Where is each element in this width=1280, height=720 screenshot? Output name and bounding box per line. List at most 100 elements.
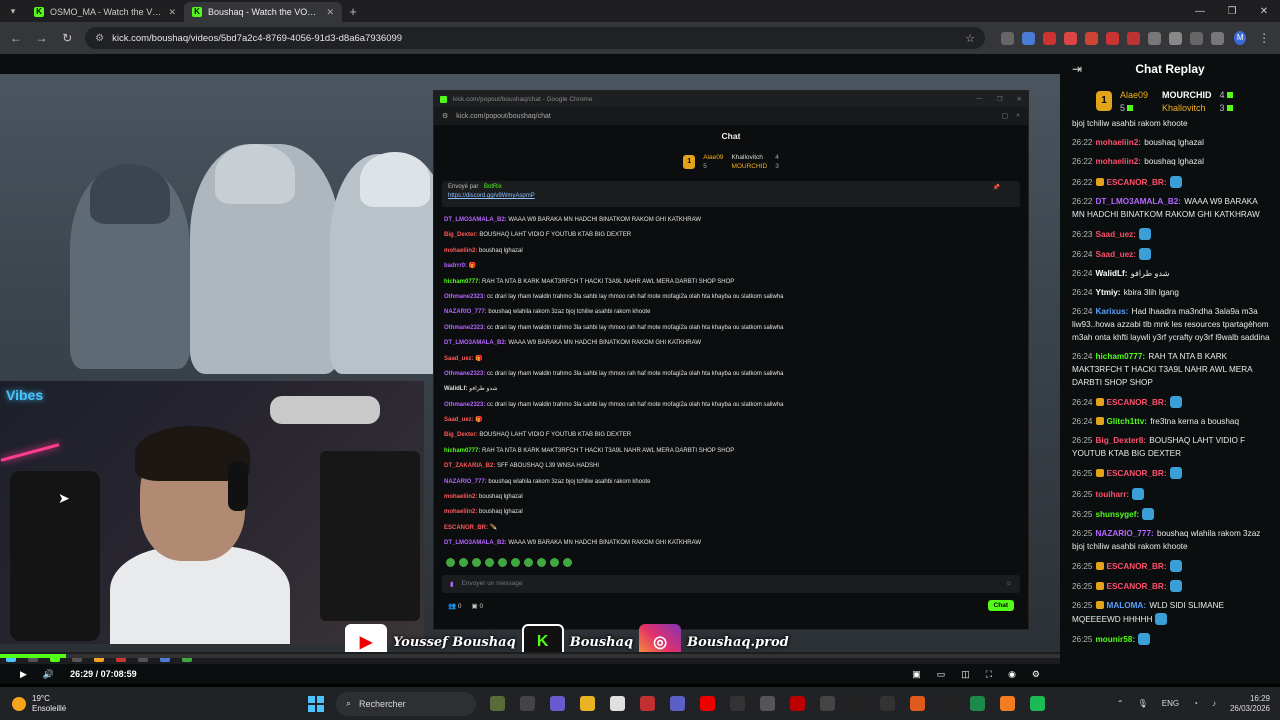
chat-username[interactable]: Saad_uez: — [444, 417, 474, 423]
fullscreen-icon[interactable]: ⛶ — [986, 669, 992, 680]
reload-icon[interactable]: ↻ — [59, 31, 75, 45]
forward-arrow-icon[interactable]: → — [34, 31, 50, 45]
chat-username[interactable]: mohaeliin2: — [444, 494, 477, 500]
chat-username[interactable]: mohaeliin2: — [1096, 157, 1142, 166]
extension-icon[interactable] — [1106, 31, 1120, 45]
reading-list-icon[interactable] — [1190, 31, 1204, 45]
profile-avatar[interactable]: M — [1234, 31, 1247, 45]
taskbar-app-icon[interactable] — [760, 696, 775, 711]
youtube-icon[interactable] — [700, 696, 715, 711]
language-indicator[interactable]: ENG — [1162, 699, 1179, 708]
taskbar-app-icon[interactable] — [1000, 696, 1015, 711]
chat-username[interactable]: ESCANOR_BR: — [1107, 398, 1167, 407]
emote-icon[interactable] — [472, 557, 481, 567]
video-player[interactable]: kick.com/popout/boushaq/chat - Google Ch… — [0, 74, 1060, 664]
close-window-icon[interactable]: ✕ — [1248, 6, 1280, 17]
tab-close-icon[interactable]: ✕ — [168, 7, 176, 18]
chat-username[interactable]: touiharr: — [1096, 490, 1130, 499]
extension-icon[interactable] — [1064, 31, 1078, 45]
chat-username[interactable]: Glitch1ttv: — [1107, 417, 1148, 426]
chat-username[interactable]: ESCANOR_BR: — [1107, 562, 1167, 571]
video-progress-bar[interactable] — [0, 654, 1060, 658]
tab-boushaq[interactable]: K Boushaq - Watch the VOD on ✕ — [184, 2, 342, 22]
chat-username[interactable]: WalidLf: — [1096, 269, 1128, 278]
extension-icon[interactable] — [1127, 31, 1141, 45]
chat-username[interactable]: Saad_uez: — [1096, 250, 1137, 259]
extension-icon[interactable] — [1043, 31, 1057, 45]
gifter-name[interactable]: Khallovitch — [1162, 103, 1212, 113]
file-explorer-icon[interactable] — [580, 696, 595, 711]
chat-username[interactable]: Othmane2323: — [444, 371, 485, 377]
chat-username[interactable]: Karixus: — [1096, 307, 1129, 316]
maximize-icon[interactable]: ❐ — [1216, 6, 1248, 17]
chat-username[interactable]: hicham0777: — [444, 279, 480, 285]
taskbar-app-icon[interactable] — [880, 696, 895, 711]
browser-menu-icon[interactable]: ⋮ — [1256, 31, 1272, 45]
taskbar-app-icon[interactable] — [850, 696, 865, 711]
emote-icon[interactable] — [550, 557, 559, 567]
extension-icon[interactable] — [1148, 31, 1162, 45]
miniplayer-icon[interactable]: ◫ — [961, 669, 970, 680]
mic-tray-icon[interactable]: 🎙 — [1138, 699, 1148, 708]
chat-username[interactable]: DT_LMO3AMALA_B2: — [444, 340, 507, 346]
tray-chevron-icon[interactable]: ⌃ — [1117, 699, 1124, 708]
chat-username[interactable]: DT_LMO3AMALA_B2: — [444, 217, 507, 223]
pin-icon[interactable]: 📌 — [993, 184, 1000, 191]
chat-username[interactable]: MALOMA: — [1107, 601, 1147, 610]
chat-username[interactable]: hicham0777: — [1096, 352, 1146, 361]
tab-osmo[interactable]: K OSMO_MA - Watch the VOD on ✕ — [26, 2, 184, 22]
chat-username[interactable]: NAZARIO_777: — [1096, 529, 1154, 538]
new-tab-button[interactable]: + — [342, 4, 364, 19]
windows-start-icon[interactable] — [308, 695, 324, 712]
chat-username[interactable]: DT_LMO3AMALA_B2: — [444, 540, 507, 546]
chat-username[interactable]: mohaeliin2: — [444, 509, 477, 515]
chat-username[interactable]: WalidLf: — [444, 386, 467, 392]
spotify-icon[interactable] — [1030, 696, 1045, 711]
chrome-icon[interactable] — [610, 696, 625, 711]
adobe-icon[interactable] — [640, 696, 655, 711]
copilot-icon[interactable] — [550, 696, 565, 711]
task-view-icon[interactable] — [520, 696, 535, 711]
weather-widget[interactable]: 19°C Ensoleillé — [0, 694, 300, 714]
chat-username[interactable]: ESCANOR_BR: — [1107, 178, 1167, 187]
emote-icon[interactable] — [446, 557, 455, 567]
chat-send-button[interactable]: Chat — [987, 600, 1014, 612]
wifi-icon[interactable]: ◔ — [1193, 699, 1198, 708]
theater-mode-icon[interactable]: ▭ — [937, 669, 946, 680]
clip-icon[interactable]: ▣ — [912, 669, 921, 680]
emote-icon[interactable] — [524, 557, 533, 567]
puzzle-extensions-icon[interactable] — [1169, 31, 1183, 45]
chat-username[interactable]: badrrr0: — [444, 263, 467, 269]
gifter-name[interactable]: Alae09 — [1120, 90, 1148, 100]
chat-username[interactable]: NAZARIO_777: — [444, 309, 487, 315]
chat-username[interactable]: Big_Dexter8: — [1096, 436, 1147, 445]
chat-username[interactable]: mohaeliin2: — [1096, 138, 1142, 147]
volume-icon[interactable]: 🔊 — [43, 669, 54, 680]
taskbar-app-icon[interactable] — [490, 696, 505, 711]
chat-username[interactable]: ESCANOR_BR: — [444, 525, 488, 531]
settings-gear-icon[interactable]: ⚙ — [1032, 669, 1040, 680]
site-info-icon[interactable]: ⚙ — [95, 33, 104, 44]
chat-username[interactable]: DT_ZAKARIA_B2: — [444, 463, 495, 469]
sidebar-icon[interactable] — [1211, 31, 1225, 45]
chat-username[interactable]: DT_LMO3AMALA_B2: — [1096, 197, 1182, 206]
extension-icon[interactable] — [1085, 31, 1099, 45]
chat-username[interactable]: Ytmiy: — [1096, 288, 1121, 297]
chat-username[interactable]: mohaeliin2: — [444, 248, 477, 254]
chat-username[interactable]: hicham0777: — [444, 448, 480, 454]
chat-username[interactable]: Othmane2323: — [444, 402, 485, 408]
minimize-icon[interactable]: — — [1184, 6, 1216, 17]
emote-icon[interactable] — [459, 557, 468, 567]
pinned-link[interactable]: https://discord.gg/v9WmyAspmP — [448, 193, 1014, 199]
chat-username[interactable]: Othmane2323: — [444, 325, 485, 331]
chat-username[interactable]: NAZARIO_777: — [444, 479, 487, 485]
emote-icon[interactable] — [563, 557, 572, 567]
emote-icon[interactable] — [485, 557, 494, 567]
chat-username[interactable]: shunsygef: — [1096, 510, 1140, 519]
taskbar-app-icon[interactable] — [970, 696, 985, 711]
tab-search-icon[interactable]: ▾ — [0, 0, 26, 22]
chat-username[interactable]: Saad_uez: — [1096, 230, 1137, 239]
chat-username[interactable]: Othmane2323: — [444, 294, 485, 300]
fn-app-icon[interactable] — [730, 696, 745, 711]
chat-username[interactable]: ESCANOR_BR: — [1107, 582, 1167, 591]
